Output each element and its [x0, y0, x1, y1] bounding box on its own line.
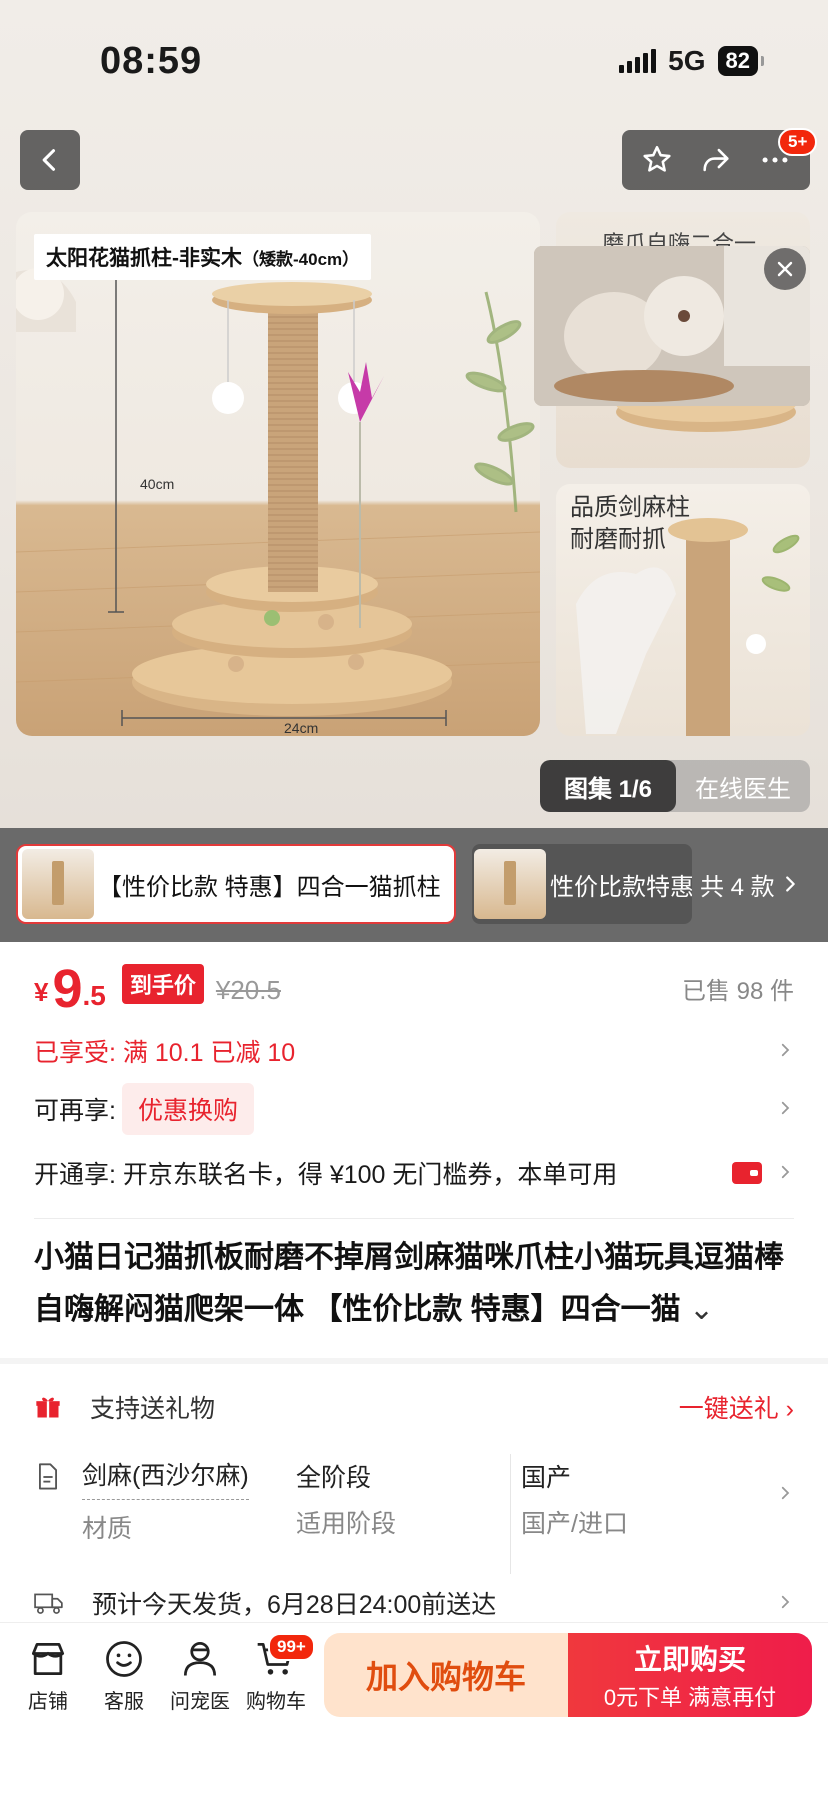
promo-applied-row[interactable]: 已享受: 满 10.1 已减 10: [34, 1028, 794, 1074]
all-variants-link[interactable]: 共 4 款: [700, 844, 801, 924]
price-integer: 9: [52, 959, 83, 1019]
shipping-row[interactable]: 预计今天发货，6月28日24:00前送达: [34, 1580, 794, 1626]
doctor-icon: [183, 1642, 217, 1676]
gift-row[interactable]: 支持送礼物 一键送礼 ›: [34, 1382, 794, 1432]
variant-label: 【性价比款 特惠】四合一猫抓柱: [98, 873, 441, 901]
truck-icon: [34, 1593, 63, 1614]
chevron-down-icon: ⌄: [680, 1293, 715, 1326]
more-promo-label: 可再享:: [34, 1097, 116, 1125]
cart-count-badge: 99+: [268, 1633, 315, 1661]
chevron-right-icon: [785, 876, 795, 892]
bottom-action-bar: 店铺 客服 问宠医 购物车 99+ 加入购物车 立即购买 0元下单 满意再付: [0, 1622, 828, 1796]
spec-grid[interactable]: 剑麻(西沙尔麻) 材质 全阶段 适用阶段 国产 国产/进口: [34, 1454, 794, 1574]
chevron-right-icon: [776, 1095, 794, 1124]
sold-count: 已售 98 件: [681, 978, 794, 1005]
close-video-button[interactable]: [764, 248, 806, 290]
chevron-right-icon: [776, 1159, 794, 1188]
status-bar: 08:59 5G 82: [100, 36, 765, 86]
main-image-caption: 太阳花猫抓柱-非实木（矮款-40cm）: [34, 234, 372, 280]
share-icon[interactable]: [699, 143, 733, 177]
status-time: 08:59: [100, 39, 203, 82]
send-gift-link[interactable]: 一键送礼 ›: [679, 1389, 794, 1425]
spec-material: 剑麻(西沙尔麻) 材质: [82, 1454, 296, 1574]
cat-scratcher-illustration: [16, 268, 540, 726]
buy-now-button[interactable]: 立即购买 0元下单 满意再付: [568, 1633, 812, 1717]
back-button[interactable]: [20, 130, 80, 190]
width-dimension-label: 24cm: [284, 720, 319, 736]
gallery-switcher: 图集 1/6 在线医生: [540, 760, 810, 812]
network-type: 5G: [668, 45, 706, 76]
promo-applied-text: 已享受: 满 10.1 已减 10: [34, 1039, 296, 1067]
divider: [34, 1218, 794, 1219]
credit-card-promo-text: 开通享: 开京东联名卡，得 ¥100 无门槛券，本单可用: [34, 1161, 618, 1189]
spec-value: 全阶段: [296, 1464, 372, 1492]
specs-card: 支持送礼物 一键送礼 › 剑麻(西沙尔麻) 材质 全阶段 适用阶段 国产 国产/…: [0, 1364, 828, 1624]
notification-badge: 5+: [778, 128, 818, 156]
product-gallery[interactable]: 08:59 5G 82 5+ 太阳花猫抓柱-非实木（矮款-40cm） 40cm …: [0, 0, 828, 828]
chevron-right-icon: [776, 1484, 794, 1574]
tab-store[interactable]: 店铺: [12, 1637, 84, 1714]
variant-thumbnail: [22, 849, 94, 919]
chevron-right-icon: [776, 1037, 794, 1066]
chat-smile-icon: [106, 1641, 142, 1677]
variant-label: 性价比款特惠: [550, 873, 692, 901]
variant-selector: 【性价比款 特惠】四合一猫抓柱 性价比款特惠 共 4 款: [0, 828, 828, 942]
tab-pet-doctor[interactable]: 问宠医: [164, 1637, 236, 1714]
tab-online-doctor[interactable]: 在线医生: [676, 760, 810, 812]
add-to-cart-button[interactable]: 加入购物车: [324, 1633, 568, 1717]
height-dimension-label: 40cm: [140, 476, 175, 492]
tab-customer-service[interactable]: 客服: [88, 1637, 160, 1714]
chevron-right-icon: [776, 1589, 794, 1618]
spec-value: 剑麻(西沙尔麻): [82, 1456, 249, 1500]
store-icon: [31, 1642, 65, 1676]
final-price-tag: 到手价: [121, 964, 204, 1004]
document-icon: [39, 1463, 57, 1490]
spec-key: 材质: [82, 1515, 133, 1543]
product-info-card: ¥ 9 .5 到手价 ¥20.5 已售 98 件 已享受: 满 10.1 已减 …: [0, 942, 828, 1358]
main-product-image[interactable]: 太阳花猫抓柱-非实木（矮款-40cm） 40cm 24cm: [16, 212, 540, 736]
variant-option[interactable]: 性价比款特惠: [472, 844, 692, 924]
shipping-text: 预计今天发货，6月28日24:00前送达: [92, 1591, 497, 1619]
battery-icon: 82: [717, 46, 765, 76]
thumbnail-image-2[interactable]: 品质剑麻柱 耐磨耐抓: [556, 484, 810, 736]
more-promo-row[interactable]: 可再享: 优惠换购: [34, 1082, 794, 1136]
credit-card-icon: [732, 1162, 762, 1184]
variant-thumbnail: [474, 849, 546, 919]
price-decimal: .5: [82, 980, 106, 1011]
original-price: ¥20.5: [215, 975, 281, 1005]
spec-origin: 国产 国产/进口: [510, 1454, 724, 1574]
credit-card-promo-row[interactable]: 开通享: 开京东联名卡，得 ¥100 无门槛券，本单可用: [34, 1148, 794, 1198]
gift-icon: [36, 1397, 60, 1418]
close-icon: [777, 261, 793, 277]
variant-option-selected[interactable]: 【性价比款 特惠】四合一猫抓柱: [16, 844, 456, 924]
spec-key: 国产/进口: [521, 1510, 628, 1538]
spec-key: 适用阶段: [296, 1510, 397, 1538]
signal-icon: [619, 49, 657, 73]
spec-value: 国产: [521, 1464, 572, 1492]
spec-stage: 全阶段 适用阶段: [296, 1454, 510, 1574]
price-currency: ¥: [34, 977, 49, 1007]
price-row: ¥ 9 .5 到手价 ¥20.5 已售 98 件: [34, 960, 794, 1016]
product-title[interactable]: 小猫日记猫抓板耐磨不掉屑剑麻猫咪爪柱小猫玩具逗猫棒自嗨解闷猫爬架一体 【性价比款…: [34, 1232, 794, 1336]
trade-in-chip[interactable]: 优惠换购: [121, 1083, 254, 1135]
gift-label: 支持送礼物: [90, 1395, 216, 1423]
thumbnail-2-label: 品质剑麻柱 耐磨耐抓: [570, 494, 690, 553]
tab-gallery[interactable]: 图集 1/6: [540, 760, 676, 812]
star-icon[interactable]: [640, 143, 674, 177]
chevron-left-icon: [42, 149, 56, 171]
